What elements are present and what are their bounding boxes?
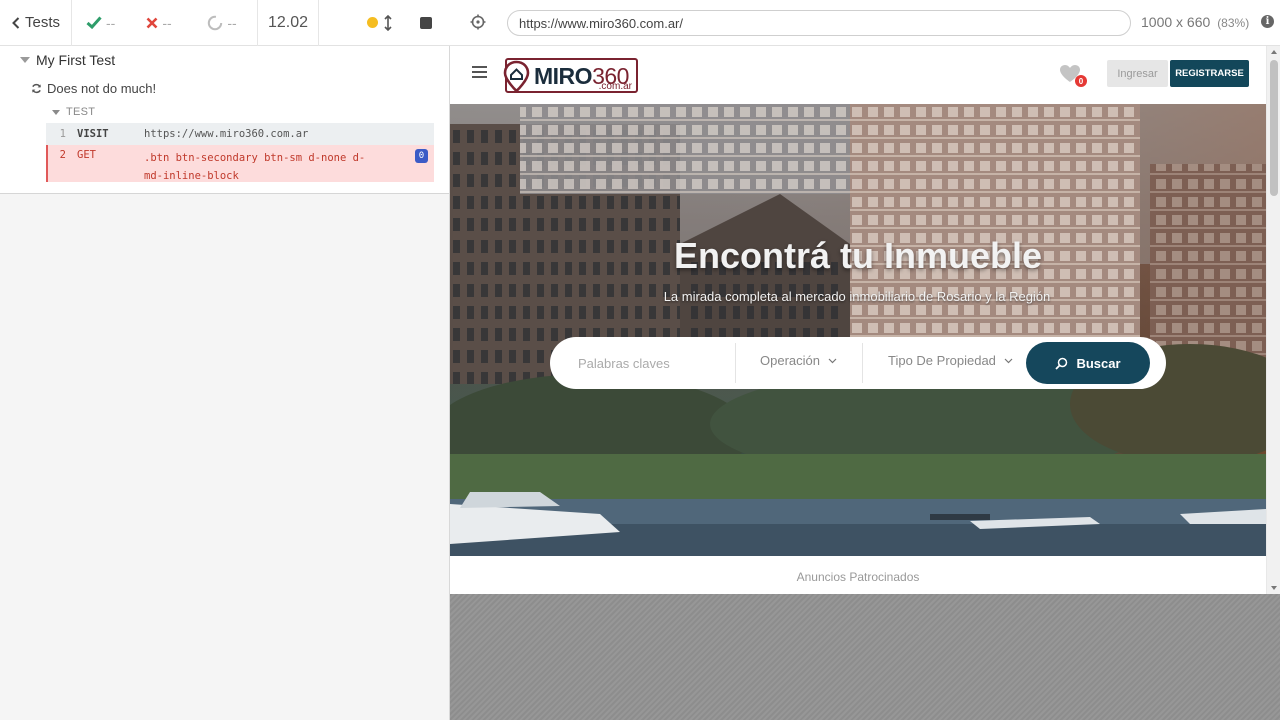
- elements-count-badge: 0: [415, 149, 428, 163]
- command-message: https://www.miro360.com.ar: [144, 128, 309, 140]
- register-button[interactable]: REGISTRARSE: [1170, 60, 1249, 87]
- hero-subtitle: La mirada completa al mercado inmobiliar…: [663, 289, 1051, 304]
- chevron-down-icon: [1004, 358, 1013, 363]
- command-row-failed[interactable]: 2 GET .btn btn-secondary btn-sm d-none d…: [46, 145, 434, 182]
- x-icon: [146, 17, 158, 28]
- suite-title-text: My First Test: [36, 52, 116, 68]
- test-section-toggle[interactable]: TEST: [52, 106, 95, 118]
- command-number: 2: [59, 149, 66, 161]
- scroll-thumb[interactable]: [1270, 60, 1278, 196]
- login-button[interactable]: Ingresar: [1107, 60, 1168, 87]
- property-type-label: Tipo De Propiedad: [888, 353, 996, 368]
- passed-value: --: [106, 14, 116, 31]
- back-to-tests-button[interactable]: Tests: [0, 0, 72, 46]
- search-icon: [1055, 357, 1068, 370]
- back-to-tests-label: Tests: [25, 14, 61, 31]
- page-scrollbar[interactable]: [1266, 46, 1280, 594]
- operation-label: Operación: [760, 353, 820, 368]
- test-runnable: My First Test Does not do much! TEST 1 V…: [0, 46, 449, 194]
- selector-playground-icon[interactable]: [470, 14, 486, 30]
- site-header: MIRO360 .com.ar 0 Ingresar REGISTRARSE: [450, 46, 1266, 104]
- viewport-size: 1000 x 660: [1141, 14, 1211, 30]
- search-button-label: Buscar: [1076, 355, 1121, 371]
- passed-count: --: [72, 0, 131, 46]
- suite-title[interactable]: My First Test: [20, 52, 115, 68]
- pending-count: --: [187, 0, 258, 46]
- hero-banner: Encontrá tu Inmueble La mirada completa …: [450, 104, 1266, 556]
- reporter-panel: Tests -- -- -- 12.02 My First Test Does …: [0, 0, 450, 720]
- running-status-dot: [367, 17, 378, 28]
- divider: [735, 343, 736, 383]
- failed-value: --: [162, 14, 172, 31]
- run-duration: 12.02: [258, 0, 319, 46]
- reporter-header: Tests -- -- -- 12.02: [0, 0, 450, 46]
- favorites-count-badge: 0: [1075, 75, 1087, 87]
- stop-button[interactable]: [420, 16, 432, 29]
- command-message: .btn btn-secondary btn-sm d-none d-md-in…: [144, 152, 366, 182]
- divider: [862, 343, 863, 383]
- command-name: VISIT: [77, 128, 109, 140]
- test-title-text: Does not do much!: [47, 81, 157, 96]
- test-section-label: TEST: [66, 106, 96, 118]
- hero-background-image: [450, 104, 1266, 556]
- url-bar: 1000 x 660 (83%) i: [450, 0, 1280, 46]
- url-input[interactable]: [507, 10, 1131, 36]
- pending-circle-icon: [208, 15, 223, 30]
- search-button[interactable]: Buscar: [1026, 342, 1150, 384]
- site-logo[interactable]: MIRO360 .com.ar: [503, 58, 638, 93]
- scroll-up-arrow-icon[interactable]: [1271, 50, 1277, 54]
- test-title[interactable]: Does not do much!: [31, 81, 156, 96]
- check-icon: [86, 16, 102, 29]
- property-type-select[interactable]: Tipo De Propiedad: [888, 353, 1013, 368]
- command-row[interactable]: 1 VISIT https://www.miro360.com.ar: [46, 123, 434, 145]
- failed-count: --: [131, 0, 187, 46]
- viewport-zoom: (83%): [1217, 16, 1250, 30]
- chevron-left-icon: [12, 16, 20, 29]
- app-under-test: 1000 x 660 (83%) i MIRO360 .com.ar 0 Ing…: [450, 0, 1280, 720]
- pending-value: --: [227, 14, 237, 31]
- keywords-input[interactable]: [578, 351, 728, 375]
- operation-select[interactable]: Operación: [760, 353, 837, 368]
- command-name: GET: [77, 149, 96, 161]
- collapse-caret-icon: [52, 109, 60, 115]
- logo-word: MIRO: [534, 63, 593, 89]
- logo-domain: .com.ar: [598, 81, 632, 92]
- sponsored-ads-heading: Anuncios Patrocinados: [796, 570, 920, 584]
- run-controls: [319, 0, 450, 46]
- chevron-down-icon: [828, 358, 837, 363]
- scroll-down-arrow-icon[interactable]: [1271, 586, 1277, 590]
- collapse-caret-icon: [20, 57, 30, 63]
- location-pin-icon: [503, 60, 530, 93]
- auto-scroll-icon[interactable]: [384, 14, 392, 31]
- viewport-info: 1000 x 660 (83%): [1141, 14, 1249, 30]
- command-number: 1: [59, 128, 66, 140]
- info-icon[interactable]: i: [1261, 15, 1274, 28]
- hero-title: Encontrá tu Inmueble: [673, 235, 1043, 276]
- website-frame: MIRO360 .com.ar 0 Ingresar REGISTRARSE E…: [450, 46, 1280, 594]
- search-box: Operación Tipo De Propiedad Buscar: [550, 337, 1166, 389]
- hamburger-menu-icon[interactable]: [472, 66, 487, 81]
- refresh-icon: [32, 83, 41, 94]
